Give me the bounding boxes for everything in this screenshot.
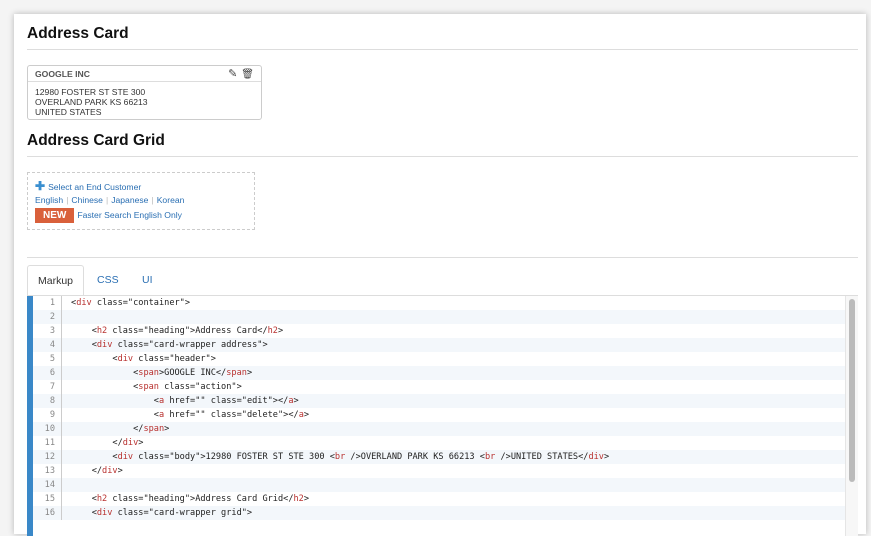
code-text: <h2 class="heading">Address Card Grid</h…: [71, 494, 310, 504]
select-end-customer-link[interactable]: ✚ Select an End Customer: [35, 179, 141, 193]
code-text: <div class="header">: [71, 354, 216, 364]
lang-chinese[interactable]: Chinese: [71, 195, 103, 205]
code-line[interactable]: 2: [33, 310, 846, 324]
edit-icon[interactable]: ✎: [228, 68, 237, 80]
line-number: 10: [44, 424, 55, 434]
code-text: <span class="action">: [71, 382, 242, 392]
line-number: 2: [49, 312, 55, 322]
gutter-divider: [61, 380, 62, 394]
address-line: OVERLAND PARK KS 66213: [35, 97, 148, 107]
code-text: <div class="card-wrapper address">: [71, 340, 268, 350]
delete-icon[interactable]: 🗑: [241, 69, 254, 80]
code-line[interactable]: 13 </div>: [33, 464, 846, 478]
select-end-customer-label: Select an End Customer: [48, 182, 142, 192]
line-number: 14: [44, 480, 55, 490]
code-text: </div>: [71, 466, 123, 476]
address-card: GOOGLE INC ✎ 🗑 12980 FOSTER ST STE 300 OV…: [27, 65, 262, 120]
line-number: 13: [44, 466, 55, 476]
scrollbar-thumb[interactable]: [849, 299, 855, 482]
gutter-divider: [61, 492, 62, 506]
gutter-divider: [61, 478, 62, 492]
code-text: </span>: [71, 424, 170, 434]
code-text: <div class="container">: [71, 298, 191, 308]
divider: [27, 49, 858, 50]
plus-icon: ✚: [35, 179, 46, 193]
code-line[interactable]: 14: [33, 478, 846, 492]
code-text: <a href="" class="delete"></a>: [71, 410, 310, 420]
line-number: 7: [49, 382, 55, 392]
address-line: UNITED STATES: [35, 107, 102, 117]
address-card-grid: ✚ Select an End Customer English | Chinese |…: [27, 172, 255, 230]
gutter-divider: [61, 506, 62, 520]
gutter-divider: [61, 436, 62, 450]
gutter-divider: [61, 464, 62, 478]
code-line[interactable]: 12 <div class="body">12980 FOSTER ST STE…: [33, 450, 846, 464]
code-text: <a href="" class="edit"></a>: [71, 396, 299, 406]
gutter-divider: [61, 310, 62, 324]
code-text: <div class="body">12980 FOSTER ST STE 30…: [71, 452, 610, 462]
tab-css[interactable]: CSS: [97, 265, 119, 295]
line-number: 16: [44, 508, 55, 518]
code-line[interactable]: 4 <div class="card-wrapper address">: [33, 338, 846, 352]
line-number: 12: [44, 452, 55, 462]
code-text: </div>: [71, 438, 144, 448]
code-line[interactable]: 8 <a href="" class="edit"></a>: [33, 394, 846, 408]
lang-japanese[interactable]: Japanese: [111, 195, 148, 205]
code-line[interactable]: 16 <div class="card-wrapper grid">: [33, 506, 846, 520]
app-window: Address Card GOOGLE INC ✎ 🗑 12980 FOSTER …: [14, 14, 866, 536]
code-line[interactable]: 15 <h2 class="heading">Address Card Grid…: [33, 492, 846, 506]
code-text: <h2 class="heading">Address Card</h2>: [71, 326, 284, 336]
code-line[interactable]: 11 </div>: [33, 436, 846, 450]
line-number: 1: [49, 298, 55, 308]
gutter-divider: [61, 450, 62, 464]
lang-english[interactable]: English: [35, 195, 63, 205]
gutter-divider: [61, 324, 62, 338]
faster-search-row: NEW Faster Search English Only: [35, 208, 182, 223]
tab-ui[interactable]: UI: [142, 265, 153, 295]
divider: [27, 257, 858, 258]
faster-search-link[interactable]: Faster Search English Only: [77, 210, 182, 220]
gutter-divider: [61, 352, 62, 366]
address-card-header: GOOGLE INC ✎ 🗑: [28, 66, 261, 82]
lang-korean[interactable]: Korean: [157, 195, 185, 205]
gutter-divider: [61, 422, 62, 436]
code-line[interactable]: 7 <span class="action">: [33, 380, 846, 394]
line-number: 6: [49, 368, 55, 378]
code-line[interactable]: 9 <a href="" class="delete"></a>: [33, 408, 846, 422]
vertical-scrollbar[interactable]: [845, 296, 858, 536]
line-number: 3: [49, 326, 55, 336]
company-name: GOOGLE INC: [35, 69, 90, 79]
line-number: 9: [49, 410, 55, 420]
code-line[interactable]: 10 </span>: [33, 422, 846, 436]
code-line[interactable]: 3 <h2 class="heading">Address Card</h2>: [33, 324, 846, 338]
code-line[interactable]: 1 <div class="container">: [33, 296, 846, 310]
code-text: <div class="card-wrapper grid">: [71, 508, 253, 518]
tab-markup[interactable]: Markup: [27, 265, 85, 297]
gutter-divider: [61, 338, 62, 352]
gutter-divider: [61, 408, 62, 422]
gutter-divider: [61, 366, 62, 380]
new-badge: NEW: [35, 208, 75, 223]
code-editor[interactable]: 1 <div class="container"> 2 3 <h2 class="he…: [27, 295, 858, 536]
line-number: 11: [44, 438, 55, 448]
code-text: <span>GOOGLE INC</span>: [71, 368, 253, 378]
line-number: 8: [49, 396, 55, 406]
address-card-body: 12980 FOSTER ST STE 300 OVERLAND PARK KS…: [28, 82, 261, 122]
card-actions: ✎ 🗑: [224, 67, 254, 80]
line-number: 4: [49, 340, 55, 350]
code-line[interactable]: 5 <div class="header">: [33, 352, 846, 366]
address-line: 12980 FOSTER ST STE 300: [35, 87, 146, 97]
gutter-divider: [61, 296, 62, 310]
heading-address-card-grid: Address Card Grid: [27, 132, 165, 149]
gutter-divider: [61, 394, 62, 408]
heading-address-card: Address Card: [27, 25, 129, 42]
language-links: English | Chinese | Japanese | Korean: [35, 195, 185, 205]
line-number: 5: [49, 354, 55, 364]
divider: [27, 156, 858, 157]
code-line[interactable]: 6 <span>GOOGLE INC</span>: [33, 366, 846, 380]
line-number: 15: [44, 494, 55, 504]
